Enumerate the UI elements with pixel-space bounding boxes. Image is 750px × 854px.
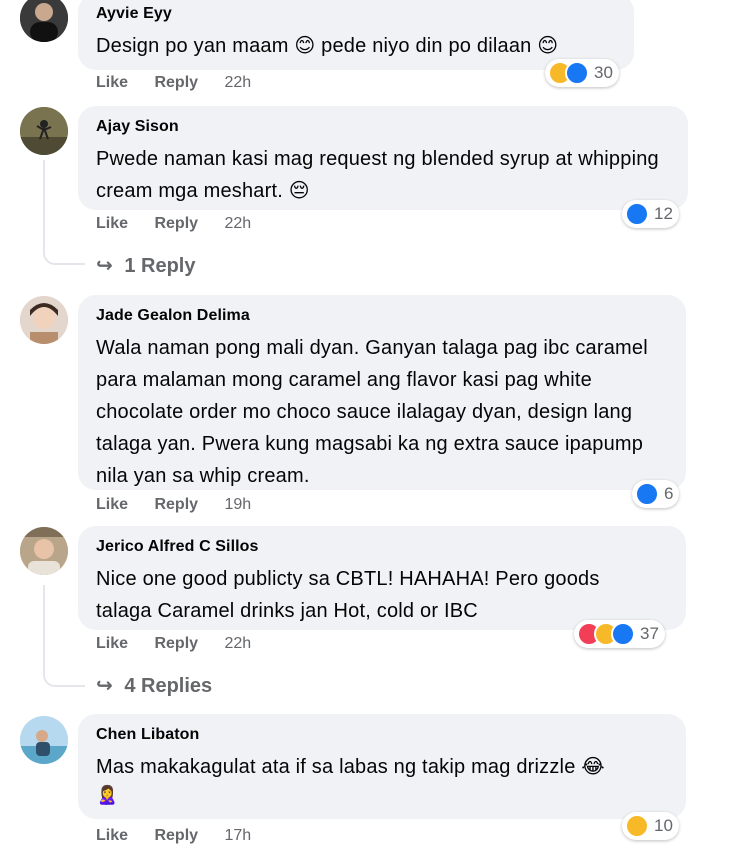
reply-button[interactable]: Reply bbox=[154, 74, 198, 91]
comment-actions: Like Reply 22h bbox=[96, 215, 273, 233]
reply-button[interactable]: Reply bbox=[154, 635, 198, 652]
avatar[interactable] bbox=[20, 296, 68, 344]
commenter-name[interactable]: Chen Libaton bbox=[96, 726, 672, 744]
comment-bubble: Jerico Alfred C Sillos Nice one good pub… bbox=[78, 526, 686, 630]
thread-line bbox=[43, 585, 45, 665]
view-replies-link[interactable]: ↪ 4 Replies bbox=[96, 673, 212, 698]
like-button[interactable]: Like bbox=[96, 496, 128, 513]
avatar[interactable] bbox=[20, 0, 68, 42]
like-reaction-icon bbox=[565, 61, 589, 85]
thread-connector bbox=[43, 235, 85, 265]
reaction-summary[interactable]: 10 bbox=[622, 812, 679, 840]
comment-actions: Like Reply 22h bbox=[96, 74, 273, 92]
reply-button[interactable]: Reply bbox=[154, 496, 198, 513]
commenter-name[interactable]: Ajay Sison bbox=[96, 118, 674, 136]
comment-text: Mas makakagulat ata if sa labas ng takip… bbox=[96, 756, 605, 778]
comment-bubble: Ajay Sison Pwede naman kasi mag request … bbox=[78, 106, 688, 210]
comment-bubble: Chen Libaton Mas makakagulat ata if sa l… bbox=[78, 714, 686, 819]
commenter-name[interactable]: Jade Gealon Delima bbox=[96, 307, 672, 325]
comment-text: Design po yan maam 😊 pede niyo din po di… bbox=[96, 35, 559, 57]
like-reaction-icon bbox=[611, 622, 635, 646]
comment-text: Nice one good publicty sa CBTL! HAHAHA! … bbox=[96, 568, 600, 622]
comment-timestamp[interactable]: 22h bbox=[225, 215, 252, 232]
reply-arrow-icon: ↪ bbox=[96, 675, 113, 697]
avatar-photo-icon bbox=[20, 107, 68, 155]
avatar[interactable] bbox=[20, 527, 68, 575]
avatar-photo-icon bbox=[20, 296, 68, 344]
avatar-photo-icon bbox=[20, 716, 68, 764]
reaction-count: 30 bbox=[594, 63, 613, 82]
avatar[interactable] bbox=[20, 716, 68, 764]
reaction-count: 12 bbox=[654, 204, 673, 223]
reaction-summary[interactable]: 37 bbox=[574, 620, 665, 648]
like-reaction-icon bbox=[625, 202, 649, 226]
like-button[interactable]: Like bbox=[96, 635, 128, 652]
like-reaction-icon bbox=[635, 482, 659, 506]
comment-emoji: 🙎‍♀️ bbox=[96, 785, 119, 805]
reaction-summary[interactable]: 12 bbox=[622, 200, 679, 228]
avatar-photo-icon bbox=[20, 527, 68, 575]
like-button[interactable]: Like bbox=[96, 74, 128, 91]
comment-timestamp[interactable]: 17h bbox=[225, 827, 252, 844]
comment-actions: Like Reply 19h bbox=[96, 496, 273, 514]
reply-button[interactable]: Reply bbox=[154, 827, 198, 844]
commenter-name[interactable]: Jerico Alfred C Sillos bbox=[96, 538, 672, 556]
comment-bubble: Jade Gealon Delima Wala naman pong mali … bbox=[78, 295, 686, 490]
reaction-count: 10 bbox=[654, 816, 673, 835]
comment-timestamp[interactable]: 22h bbox=[225, 635, 252, 652]
commenter-name[interactable]: Ayvie Eyy bbox=[96, 5, 620, 23]
avatar-photo-icon bbox=[20, 0, 68, 42]
avatar[interactable] bbox=[20, 107, 68, 155]
reply-arrow-icon: ↪ bbox=[96, 255, 113, 277]
like-button[interactable]: Like bbox=[96, 215, 128, 232]
reaction-count: 37 bbox=[640, 624, 659, 643]
reaction-count: 6 bbox=[664, 484, 674, 503]
comment-actions: Like Reply 22h bbox=[96, 635, 273, 653]
haha-reaction-icon bbox=[625, 814, 649, 838]
comment-timestamp[interactable]: 19h bbox=[225, 496, 252, 513]
view-replies-link[interactable]: ↪ 1 Reply bbox=[96, 253, 195, 278]
reply-button[interactable]: Reply bbox=[154, 215, 198, 232]
comment-bubble: Ayvie Eyy Design po yan maam 😊 pede niyo… bbox=[78, 0, 634, 70]
reaction-summary[interactable]: 30 bbox=[545, 59, 619, 87]
comment-actions: Like Reply 17h bbox=[96, 827, 273, 845]
reaction-summary[interactable]: 6 bbox=[632, 480, 680, 508]
like-button[interactable]: Like bbox=[96, 827, 128, 844]
thread-line bbox=[43, 160, 45, 245]
comment-text: Pwede naman kasi mag request ng blended … bbox=[96, 148, 659, 202]
thread-connector bbox=[43, 655, 85, 687]
comment-timestamp[interactable]: 22h bbox=[225, 74, 252, 91]
comment-text: Wala naman pong mali dyan. Ganyan talaga… bbox=[96, 337, 648, 487]
